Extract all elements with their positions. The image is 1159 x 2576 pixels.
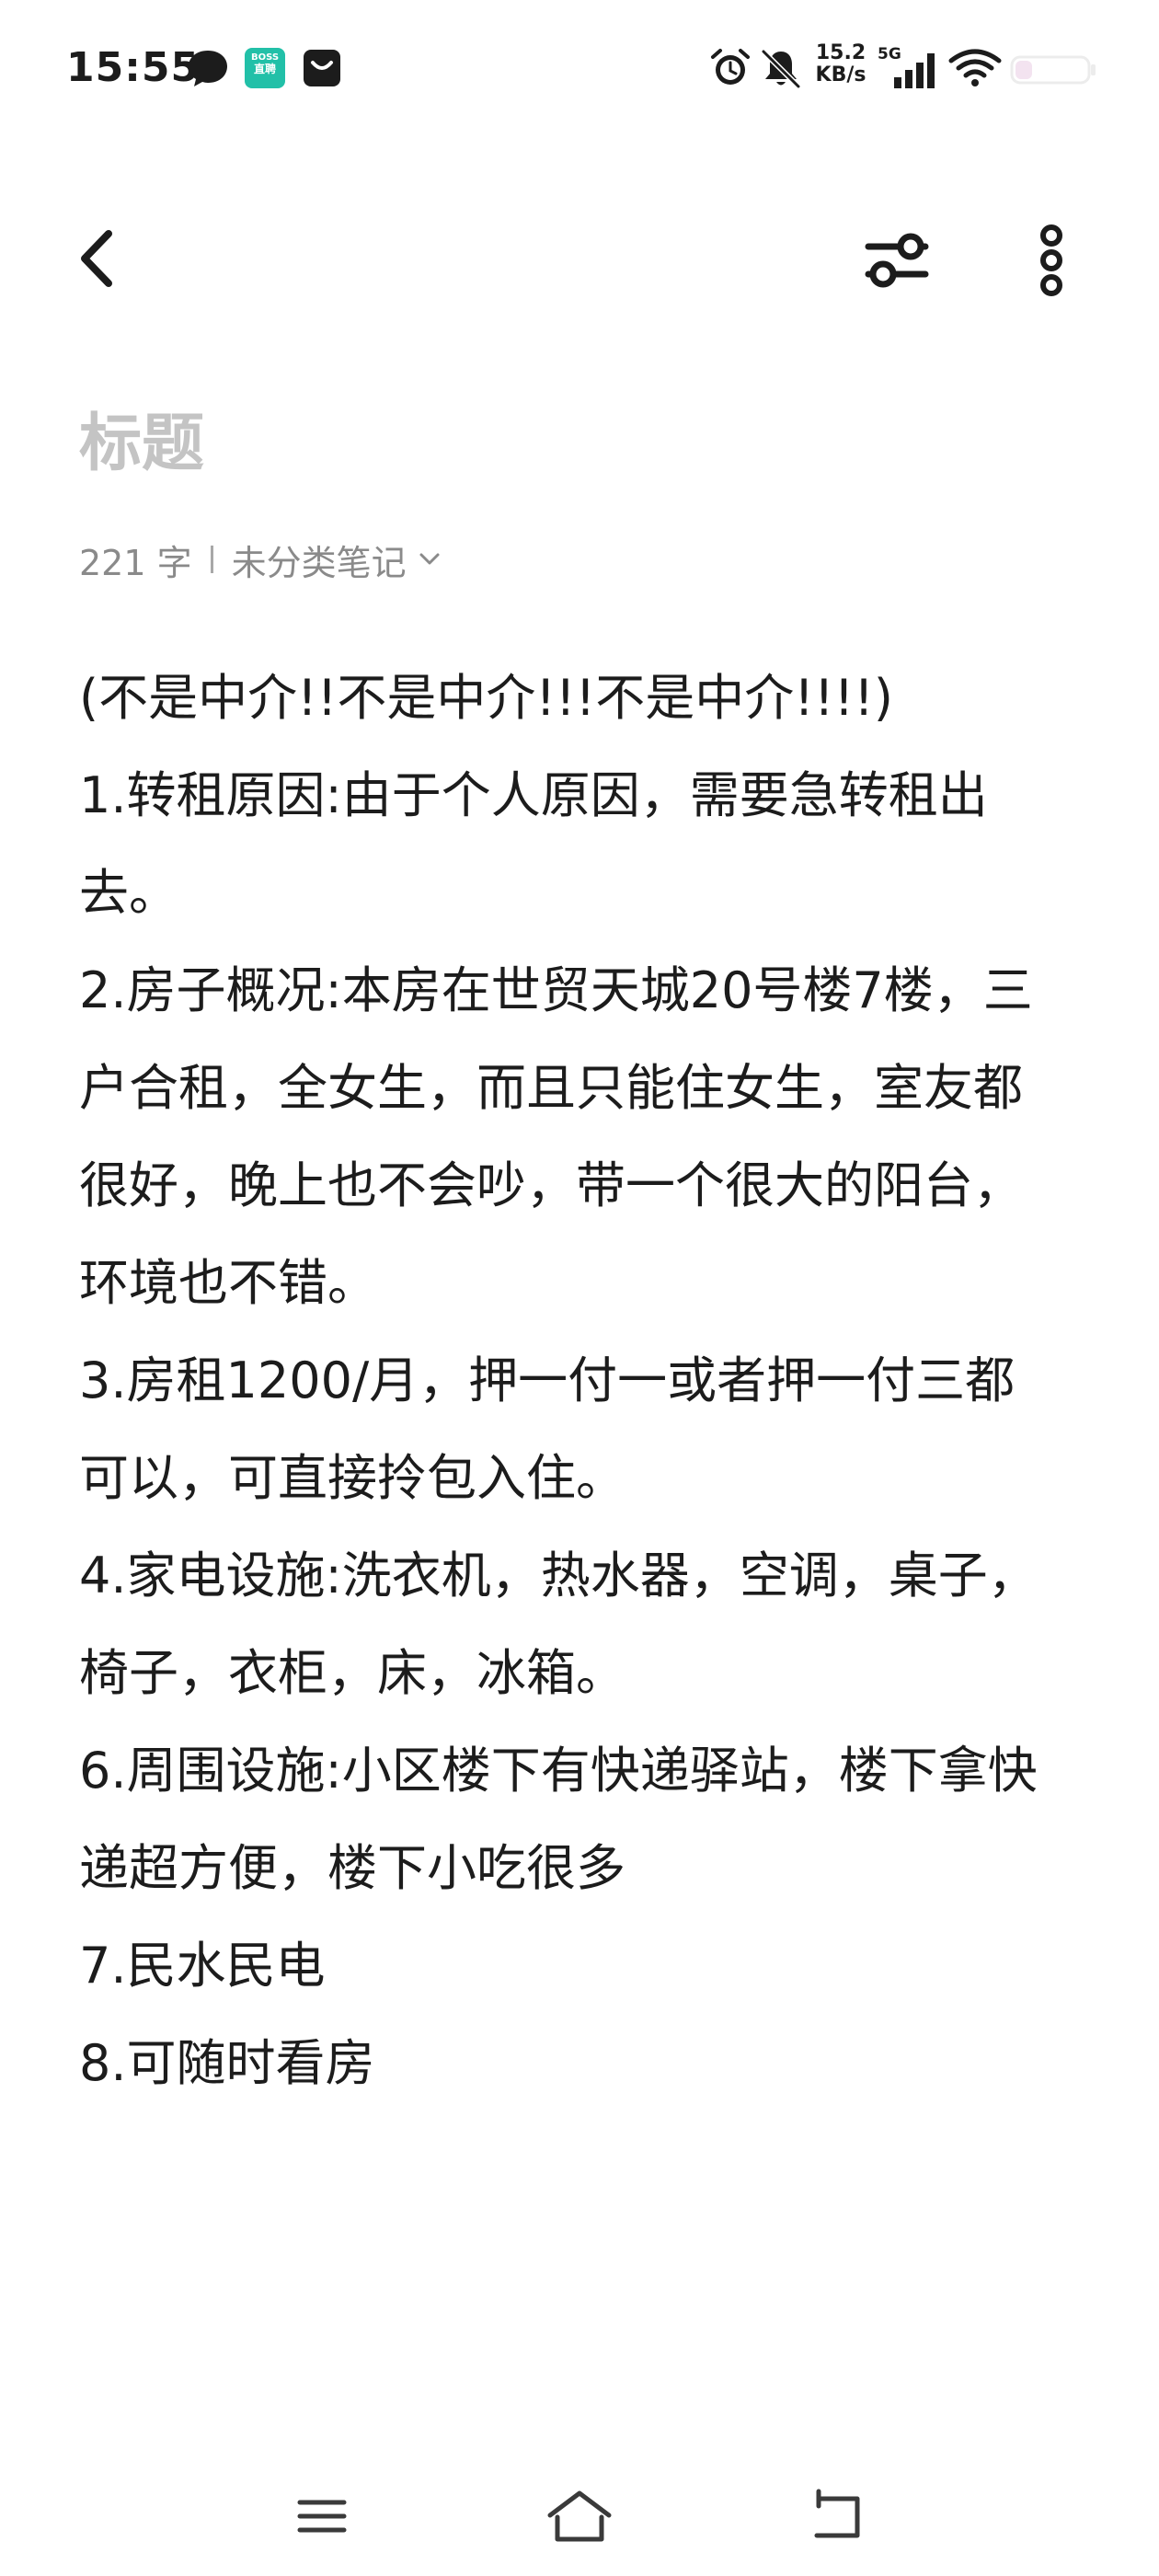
note-line: 6.周围设施:小区楼下有快递驿站，楼下拿快 — [79, 1742, 1038, 1800]
note-line: 4.家电设施:洗衣机，热水器，空调，桌子， — [79, 1547, 1038, 1604]
note-line: 椅子，衣柜，床，冰箱。 — [79, 1644, 625, 1702]
note-line: 8.可随时看房 — [79, 2034, 375, 2092]
more-button[interactable] — [1019, 219, 1084, 302]
note-line: 2.房子概况:本房在世贸天城20号楼7楼，三 — [79, 961, 1033, 1019]
note-meta: 221 字 未分类笔记 — [79, 534, 443, 585]
navigation-bar — [0, 2447, 1159, 2576]
chevron-down-icon — [419, 553, 440, 565]
home-icon — [547, 2490, 612, 2542]
bag-icon — [304, 50, 340, 86]
nav-home-button[interactable] — [543, 2484, 616, 2548]
menu-icon — [297, 2500, 347, 2533]
signal-icon: 5G — [878, 45, 935, 88]
category-label: 未分类笔记 — [231, 542, 407, 583]
note-line: 1.转租原因:由于个人原因，需要急转租出 — [79, 766, 988, 824]
meta-divider — [210, 546, 213, 573]
battery-icon — [1010, 55, 1096, 85]
status-time: 15:55 — [66, 44, 201, 91]
nav-back-button[interactable] — [800, 2484, 874, 2548]
back-icon — [81, 230, 112, 287]
word-count: 221 字 — [79, 542, 192, 583]
wifi-icon — [948, 49, 1002, 86]
back-button[interactable] — [64, 217, 129, 300]
back-nav-icon — [814, 2489, 860, 2538]
more-icon — [1040, 224, 1062, 296]
note-line: 去。 — [79, 864, 178, 922]
network-type: 5G — [878, 45, 901, 63]
note-title-input[interactable]: 标题 — [79, 403, 204, 486]
net-speed-unit: KB/s — [815, 63, 866, 86]
message-icon — [189, 51, 227, 86]
filter-icon — [865, 233, 929, 288]
note-line: 可以，可直接拎包入住。 — [79, 1449, 625, 1507]
note-line: 3.房租1200/月，押一付一或者押一付三都 — [79, 1351, 1016, 1409]
status-bar: 15:55 BOSS 直聘 15.2 KB/s 5G — [0, 0, 1159, 138]
filter-button[interactable] — [855, 219, 938, 302]
note-line: 很好，晚上也不会吵，带一个很大的阳台， — [79, 1156, 1023, 1214]
alarm-icon — [711, 49, 750, 85]
boss-app-icon: BOSS 直聘 — [245, 48, 285, 88]
note-line: (不是中介!!不是中介!!!不是中介!!!!) — [79, 669, 893, 727]
note-line: 环境也不错。 — [79, 1254, 377, 1312]
mute-icon — [761, 49, 801, 88]
nav-menu-button[interactable] — [285, 2484, 359, 2548]
note-line: 递超方便，楼下小吃很多 — [79, 1839, 625, 1897]
net-speed-value: 15.2 — [815, 41, 866, 64]
boss-label-bottom: 直聘 — [253, 63, 276, 75]
note-line: 户合租，全女生，而且只能住女生，室友都 — [79, 1059, 1023, 1117]
note-line: 7.民水民电 — [79, 1937, 326, 1995]
note-body-editor[interactable]: (不是中介!!不是中介!!!不是中介!!!!) 1.转租原因:由于个人原因，需要… — [79, 650, 1100, 2112]
category-selector[interactable]: 未分类笔记 — [232, 535, 443, 585]
net-speed: 15.2 KB/s — [813, 42, 868, 86]
